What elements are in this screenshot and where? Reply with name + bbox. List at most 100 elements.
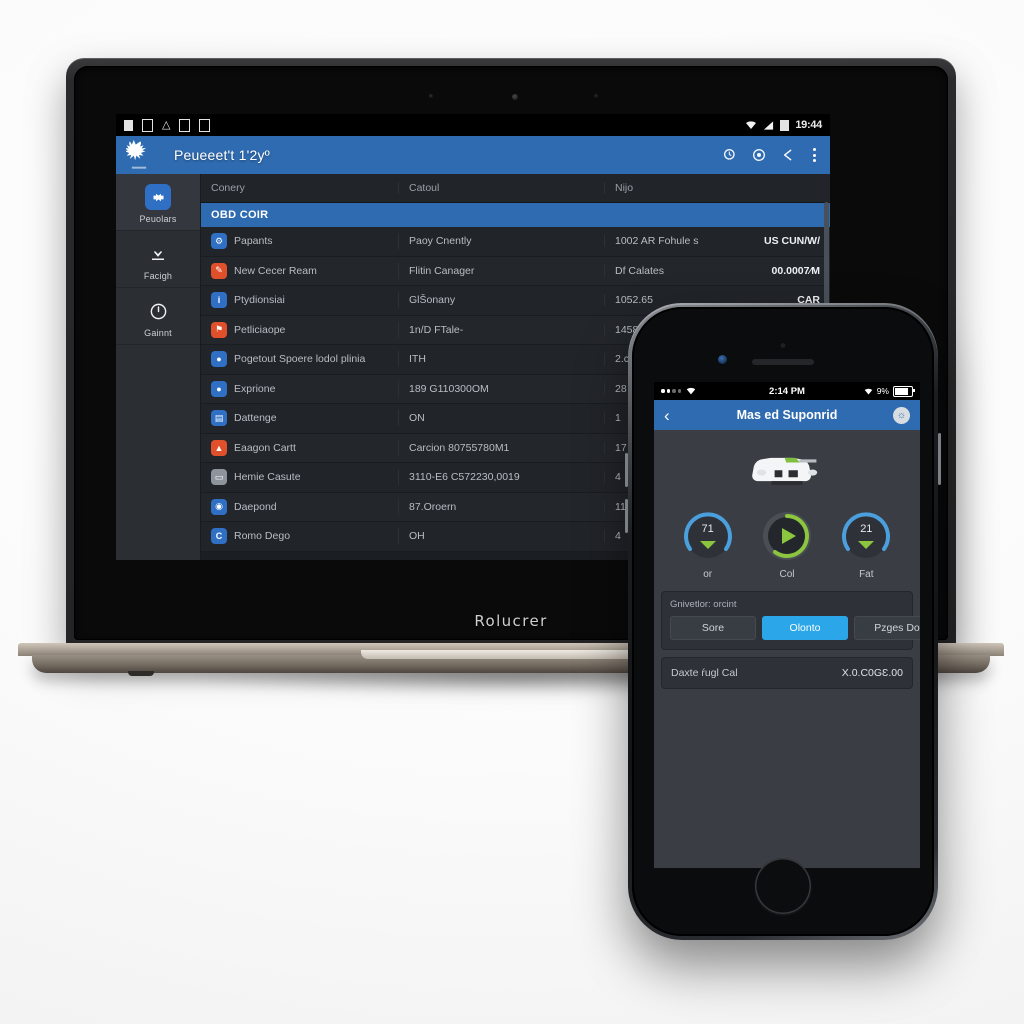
chevron-left-icon[interactable]: ‹ xyxy=(664,407,670,424)
app-bar: Peueeet't 1'2уº xyxy=(116,136,830,174)
sync-icon xyxy=(179,118,191,132)
gauge-center-play[interactable]: Col xyxy=(755,508,819,580)
row-value: 17 xyxy=(615,441,627,454)
row-name: Exprione xyxy=(234,382,276,395)
sidebar-item-gainnt[interactable]: Gainnt xyxy=(116,288,200,345)
car-hero-image xyxy=(654,430,920,502)
gauge-right-label: Fat xyxy=(859,569,874,580)
share-icon[interactable] xyxy=(780,147,796,163)
gauge-row: 71 or Col 21 Fat xyxy=(654,502,920,580)
sensor-dot-left-icon xyxy=(429,94,433,98)
white-car-front-icon xyxy=(752,457,818,485)
row-tag: US CUN/W/ xyxy=(764,235,820,248)
webcam-icon xyxy=(512,94,518,100)
alert-icon: ▲ xyxy=(211,439,227,456)
phone-screen: 2:14 PM 9% ‹ Mas ed Suponrid ☼ 71 or Col… xyxy=(654,382,920,868)
bell-icon[interactable]: ☼ xyxy=(893,406,910,424)
gauge-right-value: 21 xyxy=(860,523,873,535)
sidebar: Peuolars Facigh Gainnt xyxy=(116,174,201,560)
gauge-left[interactable]: 71 or xyxy=(676,508,740,580)
gauge-center-label: Col xyxy=(779,569,795,580)
gauge-center-dial xyxy=(759,508,815,564)
row-name: Ptydionsiai xyxy=(234,294,285,307)
row-category: ITH xyxy=(399,353,605,366)
webcam-row xyxy=(74,92,948,102)
phone-frame-inner: 2:14 PM 9% ‹ Mas ed Suponrid ☼ 71 or Col… xyxy=(632,307,934,936)
settings-icon: ⚙ xyxy=(211,233,227,250)
table-group-row[interactable]: OBD COIR xyxy=(201,203,830,227)
sensor-dot-right-icon xyxy=(594,94,598,98)
wifi-icon xyxy=(686,387,696,395)
row-tag: 00.0007⁄M xyxy=(771,264,820,277)
row-category: Carcion 80755780M1 xyxy=(399,441,605,454)
sim-icon xyxy=(142,118,153,132)
home-button[interactable] xyxy=(755,858,811,914)
row-value: 1052.65 xyxy=(615,294,653,307)
table-header-row: Conery Catoul Nijo xyxy=(201,174,830,203)
row-name: Dattenge xyxy=(234,412,277,425)
row-category: 3110-E6 C572230,0019 xyxy=(399,471,605,484)
app-title: Peueeet't 1'2уº xyxy=(174,147,270,163)
phone-device: 2:14 PM 9% ‹ Mas ed Suponrid ☼ 71 or Col… xyxy=(625,303,941,940)
front-camera-icon xyxy=(718,355,727,364)
volume-up-button[interactable] xyxy=(625,453,628,487)
gauge-right-dial: 21 xyxy=(838,508,894,564)
download-icon xyxy=(145,241,171,267)
signal-dots-icon xyxy=(661,386,696,396)
row-category: 87.Oroern xyxy=(399,500,605,513)
power-button[interactable] xyxy=(938,433,941,485)
pin-icon: ● xyxy=(211,351,227,368)
overflow-menu-icon[interactable] xyxy=(809,147,820,163)
connection-section: Gnivetlor: orcint Sore Olonto Pzges Do xyxy=(662,592,920,649)
proximity-sensor-icon xyxy=(780,343,786,348)
disc-icon: ◉ xyxy=(211,498,227,515)
table-row[interactable]: ⚙ Papants Paoy Cnently 1002 AR Fohule s US C… xyxy=(201,227,830,257)
history-icon[interactable] xyxy=(751,147,767,163)
info-icon: i xyxy=(211,292,227,309)
row-name: New Cecer Ream xyxy=(234,264,317,277)
row-category: OH xyxy=(399,530,605,543)
chip-icon: ▤ xyxy=(211,410,227,427)
table-row[interactable]: ✎ New Cecer Ream Flitin Canager Df Calates 0… xyxy=(201,256,830,286)
row-name: Pogetout Spoere lodol plinia xyxy=(234,353,366,366)
row-value: 28 xyxy=(615,382,627,395)
peugeot-lion-logo xyxy=(126,140,147,169)
detail-row[interactable]: Daxte ŕugl Cal Χ.0.C0GƐ.00 xyxy=(662,658,912,688)
sidebar-item-label: Facigh xyxy=(143,271,173,281)
button-sore[interactable]: Sore xyxy=(670,616,756,640)
sidebar-item-facigh[interactable]: Facigh xyxy=(116,231,200,288)
volume-down-button[interactable] xyxy=(625,499,628,533)
battery-icon xyxy=(124,119,133,131)
edit-icon: ✎ xyxy=(211,262,227,279)
column-header-name: Conery xyxy=(201,182,399,194)
column-header-category: Catoul xyxy=(399,182,605,194)
gauge-right[interactable]: 21 Fat xyxy=(834,508,898,580)
detail-row-key: Daxte ŕugl Cal xyxy=(671,667,738,679)
edit-icon xyxy=(199,118,211,132)
earpiece-speaker xyxy=(752,359,814,365)
search-icon[interactable] xyxy=(722,147,738,163)
row-category: 189 G110300OM xyxy=(399,382,605,395)
app-bar-actions xyxy=(722,147,820,163)
row-value: 4 xyxy=(615,530,621,543)
row-name: Papants xyxy=(234,235,273,248)
button-pzges-do[interactable]: Pzges Do xyxy=(854,616,920,640)
sidebar-item-label: Peuolars xyxy=(139,214,177,224)
wifi-icon xyxy=(864,388,872,394)
button-olonto[interactable]: Olonto xyxy=(762,616,848,640)
ios-status-bar: 2:14 PM 9% xyxy=(654,382,920,400)
row-name: Hemie Casute xyxy=(234,471,301,484)
bluetooth-icon: △ xyxy=(162,118,171,131)
column-header-value: Nijo xyxy=(615,182,634,194)
camera-icon: ▭ xyxy=(211,469,227,486)
detail-row-value: Χ.0.C0GƐ.00 xyxy=(841,667,903,679)
gauge-left-label: or xyxy=(703,569,713,580)
row-name: Daepond xyxy=(234,500,277,513)
status-clock: 19:44 xyxy=(795,119,822,131)
row-name: Petliciaope xyxy=(234,323,286,336)
clock-icon xyxy=(145,298,171,324)
row-name: Romo Dego xyxy=(234,530,291,543)
sidebar-item-peuolars[interactable]: Peuolars xyxy=(116,174,200,231)
battery-icon xyxy=(893,385,915,397)
gauge-left-value: 71 xyxy=(701,523,714,535)
